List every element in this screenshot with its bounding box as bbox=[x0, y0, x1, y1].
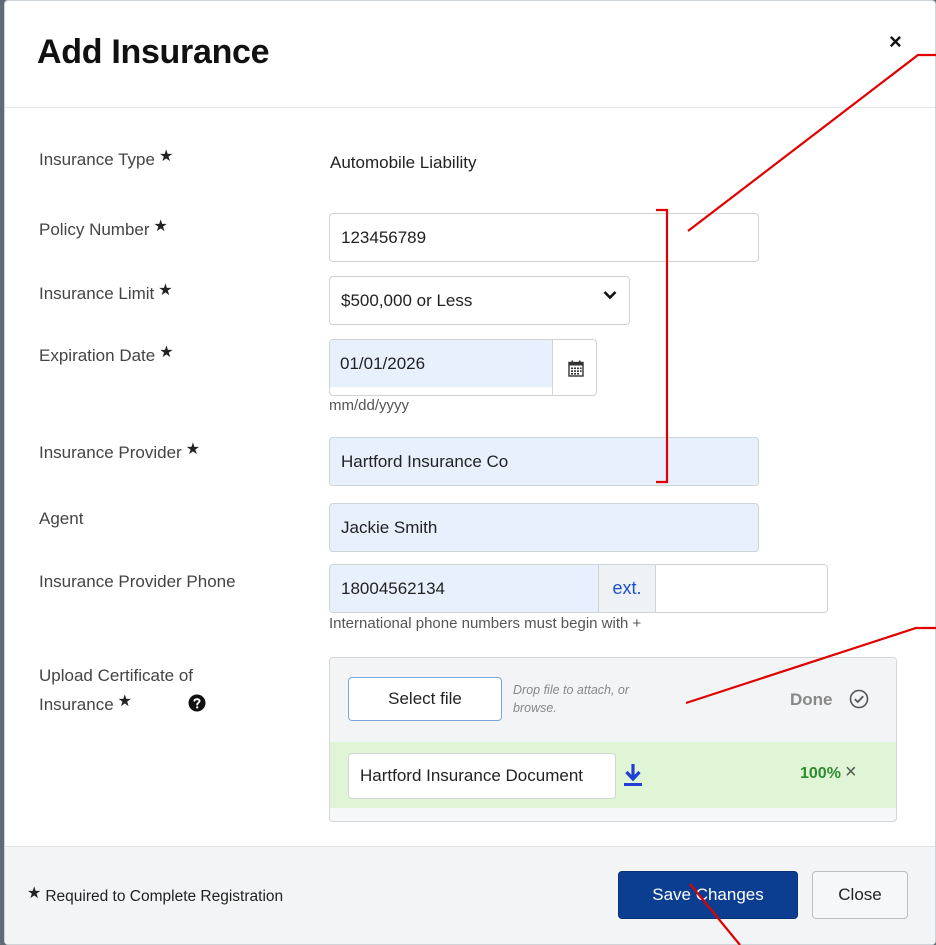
agent-input[interactable]: Jackie Smith bbox=[329, 503, 759, 552]
modal-header: Add Insurance × bbox=[5, 1, 935, 108]
upload-label-line2: Insurance bbox=[39, 695, 114, 714]
expiration-date-field: 01/01/2026 bbox=[329, 339, 597, 396]
required-note: ★ Required to Complete Registration bbox=[27, 885, 284, 906]
required-star-icon: ★ bbox=[185, 441, 201, 458]
upload-certificate-label: Upload Certificate of Insurance ★ bbox=[39, 661, 193, 720]
provider-phone-label: Insurance Provider Phone bbox=[39, 572, 236, 591]
upload-status: Done bbox=[790, 690, 833, 709]
insurance-limit-label: Insurance Limit ★ bbox=[39, 282, 173, 304]
insurance-limit-select[interactable]: $500,000 or Less bbox=[329, 276, 630, 325]
chevron-down-icon bbox=[603, 291, 617, 300]
add-insurance-modal: Add Insurance × Insurance Type ★ Automobi… bbox=[4, 0, 936, 945]
close-button[interactable]: Close bbox=[812, 871, 908, 919]
calendar-icon bbox=[567, 360, 584, 377]
insurance-provider-label: Insurance Provider ★ bbox=[39, 441, 201, 463]
modal-title: Add Insurance bbox=[37, 33, 270, 71]
required-star-icon: ★ bbox=[159, 344, 174, 361]
question-circle-icon[interactable] bbox=[188, 694, 206, 712]
policy-number-label-text: Policy Number bbox=[39, 220, 150, 239]
expiration-date-label: Expiration Date ★ bbox=[39, 344, 174, 366]
insurance-limit-label-text: Insurance Limit bbox=[39, 284, 155, 303]
save-changes-button[interactable]: Save Changes bbox=[618, 871, 798, 919]
provider-phone-input[interactable]: 18004562134 bbox=[330, 565, 598, 612]
uploaded-file-name[interactable]: Hartford Insurance Document bbox=[348, 753, 616, 799]
insurance-type-label: Insurance Type ★ bbox=[39, 148, 174, 170]
required-star-icon: ★ bbox=[117, 693, 133, 710]
close-icon[interactable]: × bbox=[889, 31, 902, 53]
uploaded-file-row: Hartford Insurance Document 100% × bbox=[330, 742, 896, 808]
policy-number-input[interactable]: 123456789 bbox=[329, 213, 759, 262]
close-icon[interactable]: × bbox=[845, 761, 857, 784]
phone-ext-input[interactable] bbox=[656, 565, 827, 612]
select-file-button[interactable]: Select file bbox=[348, 677, 502, 721]
phone-hint: International phone numbers must begin w… bbox=[329, 615, 642, 632]
upload-toolbar: Select file Drop file to attach, or brow… bbox=[330, 658, 896, 743]
calendar-button[interactable] bbox=[552, 340, 596, 395]
drop-hint-line1: Drop file to attach, or bbox=[513, 683, 630, 697]
date-format-hint: mm/dd/yyyy bbox=[329, 397, 410, 414]
drop-hint-line2: browse. bbox=[513, 701, 557, 715]
provider-phone-field: 18004562134 ext. bbox=[329, 564, 828, 613]
upload-dropzone[interactable]: Select file Drop file to attach, or brow… bbox=[329, 657, 897, 822]
insurance-provider-label-text: Insurance Provider bbox=[39, 443, 182, 462]
required-star-icon: ★ bbox=[27, 885, 42, 902]
upload-label-line2-wrap: Insurance ★ bbox=[39, 690, 193, 720]
required-star-icon: ★ bbox=[158, 282, 173, 299]
upload-label-line1: Upload Certificate of bbox=[39, 666, 194, 685]
ext-label: ext. bbox=[598, 565, 656, 612]
expiration-date-input[interactable]: 01/01/2026 bbox=[330, 340, 552, 387]
insurance-limit-selected-value: $500,000 or Less bbox=[341, 290, 473, 310]
required-note-text: Required to Complete Registration bbox=[45, 888, 284, 905]
expiration-date-label-text: Expiration Date bbox=[39, 346, 156, 365]
required-star-icon: ★ bbox=[158, 148, 174, 165]
drop-hint: Drop file to attach, or browse. bbox=[513, 681, 663, 717]
policy-number-label: Policy Number ★ bbox=[39, 218, 168, 240]
agent-label: Agent bbox=[39, 509, 84, 528]
download-icon[interactable] bbox=[622, 762, 644, 788]
insurance-type-value: Automobile Liability bbox=[330, 153, 477, 172]
required-star-icon: ★ bbox=[153, 218, 168, 235]
upload-progress-percent: 100% bbox=[800, 765, 841, 782]
insurance-type-label-text: Insurance Type bbox=[39, 150, 155, 169]
insurance-provider-input[interactable]: Hartford Insurance Co bbox=[329, 437, 759, 486]
check-circle-icon bbox=[849, 689, 869, 709]
